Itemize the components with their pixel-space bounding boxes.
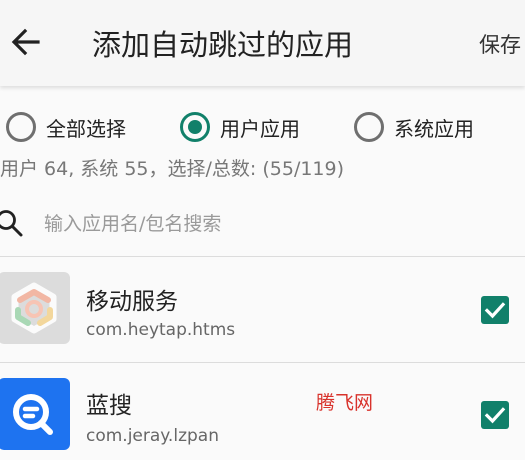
radio-label: 全部选择	[46, 116, 126, 141]
search-input[interactable]	[44, 206, 514, 242]
app-package: com.jeray.lzpan	[86, 426, 219, 446]
heytap-services-icon	[0, 272, 70, 344]
app-list-item[interactable]: 移动服务 com.heytap.htms	[0, 258, 525, 362]
search-icon	[0, 210, 23, 237]
checkmark-icon	[484, 302, 506, 319]
app-package: com.heytap.htms	[86, 320, 236, 340]
watermark: 腾飞网	[316, 392, 374, 414]
app-name: 蓝搜	[86, 393, 132, 419]
radio-system-apps[interactable]: 系统应用	[354, 108, 474, 146]
arrow-back-icon[interactable]	[8, 24, 44, 60]
save-button[interactable]: 保存	[479, 29, 521, 59]
radio-select-all[interactable]: 全部选择	[6, 108, 126, 146]
page-title: 添加自动跳过的应用	[92, 28, 354, 62]
checkmark-icon	[484, 407, 506, 424]
app-list-item[interactable]: 蓝搜 com.jeray.lzpan	[0, 364, 525, 460]
radio-user-apps[interactable]: 用户应用	[180, 108, 300, 146]
app-checkbox[interactable]	[481, 296, 509, 324]
selection-summary: 用户 64, 系统 55，选择/总数: (55/119)	[0, 158, 345, 180]
radio-button[interactable]	[180, 112, 210, 142]
radio-button[interactable]	[354, 112, 384, 142]
search-bar	[0, 200, 525, 254]
divider	[0, 256, 525, 257]
filter-radio-group: 全部选择 用户应用 系统应用	[0, 108, 525, 146]
divider	[0, 362, 525, 363]
radio-button[interactable]	[6, 112, 36, 142]
app-checkbox[interactable]	[481, 401, 509, 429]
radio-label: 系统应用	[394, 116, 474, 141]
radio-label: 用户应用	[220, 116, 300, 141]
app-bar: 添加自动跳过的应用 保存	[0, 0, 525, 86]
lansou-search-icon	[0, 378, 70, 450]
app-name: 移动服务	[86, 289, 178, 315]
